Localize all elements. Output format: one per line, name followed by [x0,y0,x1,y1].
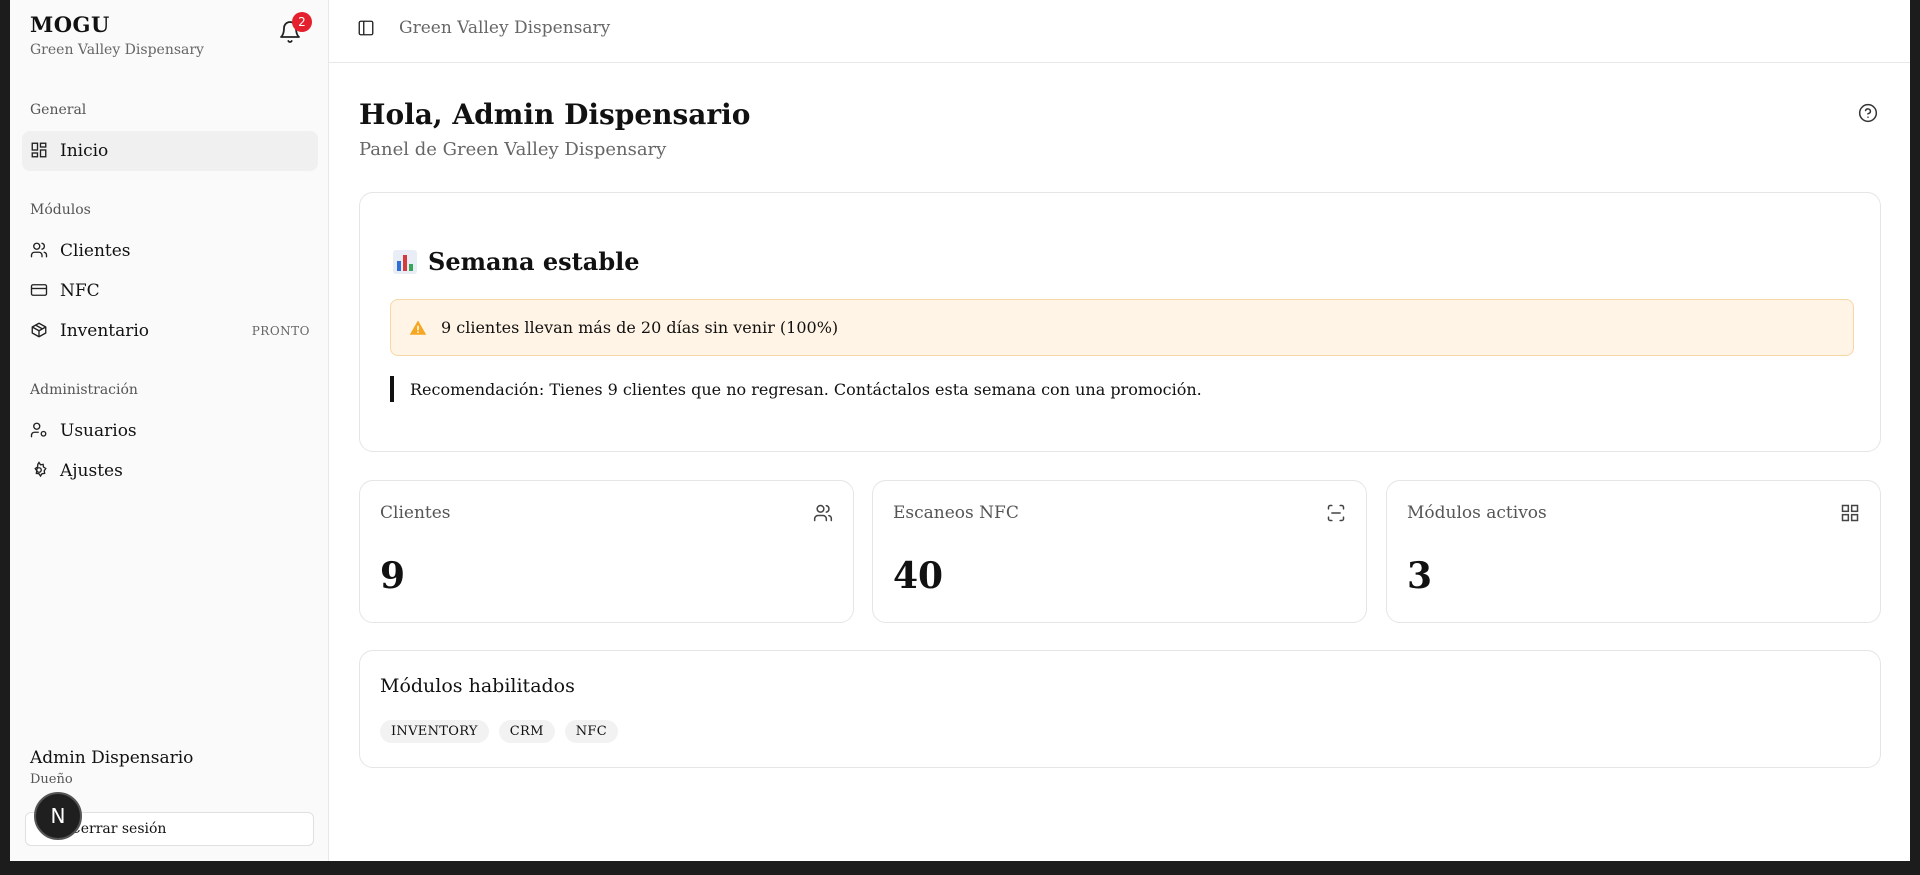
stat-value: 40 [893,555,944,597]
sidebar-item-usuarios[interactable]: Usuarios [22,411,318,451]
insight-title-text: Semana estable [428,247,640,276]
brand-title: MOGU [30,12,110,37]
grid-icon [1840,503,1860,523]
warning-alert: 9 clientes llevan más de 20 días sin ven… [390,299,1854,356]
sidebar-item-label: Inicio [60,141,109,161]
sidebar-item-label: Clientes [60,241,131,261]
recommendation: Recomendación: Tienes 9 clientes que no … [390,376,1202,402]
sidebar-item-label: NFC [60,281,100,301]
insight-title: Semana estable [392,247,640,276]
topbar: Green Valley Dispensary [329,0,1910,63]
stat-value: 9 [380,555,406,597]
sidebar-item-inicio[interactable]: Inicio [22,131,318,171]
page-title: Hola, Admin Dispensario [359,98,751,131]
help-icon[interactable] [1858,103,1880,125]
sidebar-item-label: Ajustes [60,461,123,481]
enabled-modules-card: Módulos habilitados INVENTORY CRM NFC [359,650,1881,768]
section-modules: Módulos [30,202,91,218]
main-content: Green Valley Dispensary Hola, Admin Disp… [329,0,1910,861]
topbar-title: Green Valley Dispensary [399,18,611,38]
section-admin: Administración [30,382,138,398]
user-name: Admin Dispensario [30,748,194,768]
sidebar-item-clientes[interactable]: Clientes [22,231,318,271]
sidebar-toggle-icon[interactable] [357,19,377,39]
user-cog-icon [30,421,50,441]
card-icon [30,281,50,301]
logout-label: Cerrar sesión [70,821,167,837]
stat-card-clientes: Clientes 9 [359,480,854,623]
bar-chart-icon [392,249,418,275]
sidebar-item-label: Inventario [60,321,150,341]
stat-label: Clientes [380,503,451,523]
brand: MOGU Green Valley Dispensary [30,12,204,58]
sidebar-item-ajustes[interactable]: Ajustes [22,451,318,491]
alert-text: 9 clientes llevan más de 20 días sin ven… [441,318,839,337]
users-icon [30,241,50,261]
module-chip: INVENTORY [380,720,489,743]
scan-icon [1326,503,1346,523]
stat-card-active-modules: Módulos activos 3 [1386,480,1881,623]
dashboard-icon [30,141,50,161]
insight-card: Semana estable 9 clientes llevan más de … [359,192,1881,452]
section-general: General [30,102,87,118]
sidebar: MOGU Green Valley Dispensary 2 General I… [10,0,329,861]
package-icon [30,321,50,341]
stat-card-nfc-scans: Escaneos NFC 40 [872,480,1367,623]
module-chips: INVENTORY CRM NFC [380,720,618,743]
dev-tools-badge[interactable]: N [34,792,82,840]
users-icon [813,503,833,523]
module-chip: CRM [498,720,555,743]
app-window: MOGU Green Valley Dispensary 2 General I… [10,0,1910,861]
sidebar-item-label: Usuarios [60,421,137,441]
warning-icon [409,319,427,337]
sidebar-item-nfc[interactable]: NFC [22,271,318,311]
sidebar-item-inventario[interactable]: Inventario PRONTO [22,311,318,351]
notification-badge: 2 [292,12,312,32]
stat-label: Escaneos NFC [893,503,1019,523]
brand-subtitle: Green Valley Dispensary [30,42,204,58]
stat-value: 3 [1407,555,1433,597]
page-subtitle: Panel de Green Valley Dispensary [359,139,667,160]
module-chip: NFC [564,720,618,743]
coming-soon-tag: PRONTO [251,324,310,338]
user-role: Dueño [30,772,73,787]
gear-icon [30,461,50,481]
modules-title: Módulos habilitados [380,675,575,697]
stat-label: Módulos activos [1407,503,1547,523]
